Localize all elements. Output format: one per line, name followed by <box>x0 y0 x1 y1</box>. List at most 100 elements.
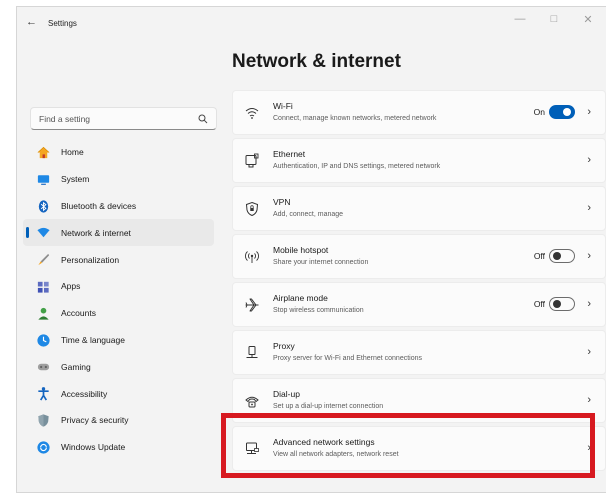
shield-icon <box>38 414 49 427</box>
setting-title: VPN <box>273 197 291 207</box>
search-icon[interactable] <box>198 114 208 124</box>
update-icon <box>37 441 50 454</box>
chevron-right-icon: › <box>587 394 591 406</box>
chevron-right-icon: › <box>587 442 591 454</box>
setting-row-airplane-mode[interactable]: Airplane mode Stop wireless communicatio… <box>232 282 606 327</box>
setting-subtitle: Share your internet connection <box>273 259 369 266</box>
advanced-network-icon <box>246 442 259 454</box>
setting-row-dial-up[interactable]: Dial-up Set up a dial-up internet connec… <box>232 378 606 423</box>
toggle-state-label: Off <box>533 299 545 309</box>
setting-subtitle: Stop wireless communication <box>273 307 364 314</box>
app-title: Settings <box>48 19 77 28</box>
toggle-knob <box>563 108 571 116</box>
close-button[interactable]: ✕ <box>582 13 594 26</box>
sidebar-item-label: Network & internet <box>61 227 131 238</box>
search-input[interactable] <box>31 108 216 129</box>
sidebar-item-label: Personalization <box>61 254 120 265</box>
dialup-icon <box>245 396 259 408</box>
chevron-right-icon: › <box>587 250 591 262</box>
sidebar-item-system[interactable]: System <box>23 166 214 193</box>
page-title: Network & internet <box>232 51 401 72</box>
setting-title: Mobile hotspot <box>273 245 329 255</box>
hotspot-icon <box>245 251 259 263</box>
setting-subtitle: Authentication, IP and DNS settings, met… <box>273 163 441 170</box>
setting-subtitle: Proxy server for Wi-Fi and Ethernet conn… <box>273 355 423 362</box>
window-controls: — □ ✕ <box>514 13 594 26</box>
sidebar-item-accessibility[interactable]: Accessibility <box>23 380 214 407</box>
sidebar-item-label: Home <box>61 147 84 158</box>
chevron-right-icon: › <box>587 154 591 166</box>
toggle-state-label: Off <box>533 251 545 261</box>
maximize-button[interactable]: □ <box>548 13 560 26</box>
setting-row-mobile-hotspot[interactable]: Mobile hotspot Share your internet conne… <box>232 234 606 279</box>
sidebar-item-label: Apps <box>61 281 81 292</box>
home-icon <box>37 146 50 159</box>
toggle-knob <box>553 300 561 308</box>
selection-indicator <box>26 227 29 239</box>
setting-row-proxy[interactable]: Proxy Proxy server for Wi-Fi and Etherne… <box>232 330 606 375</box>
sidebar-item-network-internet[interactable]: Network & internet <box>23 219 214 247</box>
setting-row-vpn[interactable]: VPN Add, connect, manage › <box>232 186 606 231</box>
airplane-mode-toggle[interactable] <box>549 297 575 311</box>
gamepad-icon <box>37 364 50 371</box>
sidebar-item-privacy-security[interactable]: Privacy & security <box>23 407 214 434</box>
sidebar-item-label: Privacy & security <box>61 415 129 426</box>
chevron-right-icon: › <box>587 106 591 118</box>
sidebar-item-label: Bluetooth & devices <box>61 200 137 211</box>
sidebar-item-label: Time & language <box>61 334 125 345</box>
toggle-knob <box>553 252 561 260</box>
title-bar: ← Settings — □ ✕ <box>17 7 606 41</box>
setting-title: Advanced network settings <box>273 437 375 447</box>
search-box[interactable] <box>30 107 217 130</box>
sidebar-item-gaming[interactable]: Gaming <box>23 353 214 380</box>
sidebar-item-time-language[interactable]: Time & language <box>23 327 214 354</box>
setting-title: Wi-Fi <box>273 101 293 111</box>
airplane-icon <box>245 298 259 312</box>
person-icon <box>38 307 49 320</box>
globe-clock-icon <box>37 333 50 347</box>
setting-title: Ethernet <box>273 149 306 159</box>
brush-icon <box>38 254 50 266</box>
sidebar-item-home[interactable]: Home <box>23 139 214 166</box>
setting-title: Dial-up <box>273 389 300 399</box>
sidebar-item-label: Accessibility <box>61 388 108 399</box>
setting-row-advanced-network-settings[interactable]: Advanced network settings View all netwo… <box>232 426 606 471</box>
wifi-network-icon <box>37 228 50 238</box>
setting-subtitle: Connect, manage known networks, metered … <box>273 115 437 122</box>
accessibility-icon <box>38 387 49 401</box>
setting-title: Airplane mode <box>273 293 328 303</box>
sidebar-item-bluetooth-devices[interactable]: Bluetooth & devices <box>23 193 214 220</box>
bluetooth-icon <box>38 200 49 213</box>
sidebar-item-label: Windows Update <box>61 442 126 453</box>
vpn-shield-icon <box>245 201 259 217</box>
mobile-hotspot-toggle[interactable] <box>549 249 575 263</box>
sidebar-item-accounts[interactable]: Accounts <box>23 300 214 327</box>
sidebar-item-apps[interactable]: Apps <box>23 273 214 300</box>
wifi-toggle[interactable] <box>549 105 575 119</box>
back-button[interactable]: ← <box>26 16 37 28</box>
chevron-right-icon: › <box>587 298 591 310</box>
setting-title: Proxy <box>273 341 295 351</box>
sidebar-item-personalization[interactable]: Personalization <box>23 246 214 273</box>
system-icon <box>37 175 50 185</box>
proxy-icon <box>246 346 258 358</box>
chevron-right-icon: › <box>587 202 591 214</box>
settings-window: ← Settings — □ ✕ Home Sys <box>16 6 606 493</box>
sidebar-item-label: Accounts <box>61 308 96 319</box>
sidebar-item-label: System <box>61 174 90 185</box>
setting-subtitle: Set up a dial-up internet connection <box>273 403 384 410</box>
minimize-button[interactable]: — <box>514 13 526 26</box>
sidebar-item-windows-update[interactable]: Windows Update <box>23 434 214 461</box>
sidebar-item-label: Gaming <box>61 361 91 372</box>
wifi-icon <box>245 108 259 119</box>
toggle-state-label: On <box>533 107 545 117</box>
ethernet-icon <box>245 153 259 168</box>
setting-subtitle: View all network adapters, network reset <box>273 451 399 458</box>
setting-row-ethernet[interactable]: Ethernet Authentication, IP and DNS sett… <box>232 138 606 183</box>
sidebar-nav: Home System Bluetooth & devices Network … <box>17 139 217 461</box>
chevron-right-icon: › <box>587 346 591 358</box>
settings-list: Wi-Fi Connect, manage known networks, me… <box>232 90 606 474</box>
setting-subtitle: Add, connect, manage <box>273 211 344 218</box>
setting-row-wifi[interactable]: Wi-Fi Connect, manage known networks, me… <box>232 90 606 135</box>
apps-icon <box>37 281 49 293</box>
